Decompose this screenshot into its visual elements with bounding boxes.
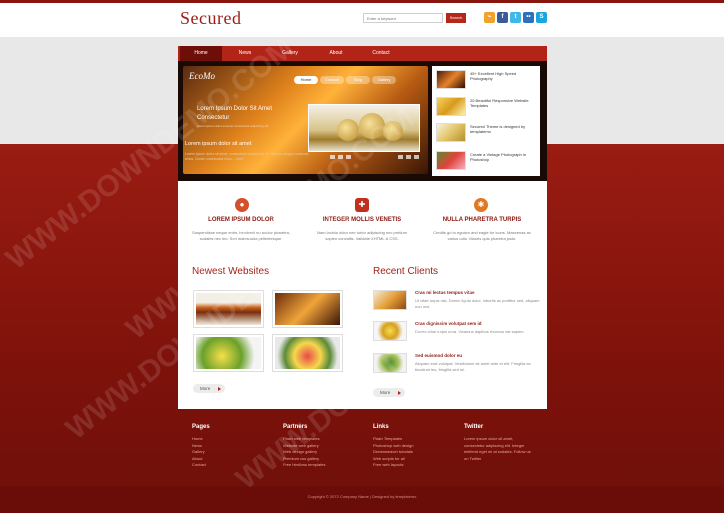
site-logo[interactable]: Secured	[180, 8, 241, 29]
slide-next-icon[interactable]	[346, 155, 351, 159]
footer-link[interactable]: Contact	[192, 462, 206, 469]
recent-clients-title: Recent Clients	[373, 266, 439, 277]
feature-text: Suspendisse neque enim, hendrerit eu auc…	[192, 230, 290, 241]
slide-prev-icon[interactable]	[330, 155, 335, 159]
footer-twitter-title: Twitter	[464, 424, 484, 430]
slide-subtitle: Lorem ipsum dolor sit amet consectetur a…	[197, 124, 269, 128]
coin-icon	[359, 113, 385, 139]
footer-links-title: Links	[373, 424, 389, 430]
thumb-title[interactable]: 20 Beautiful Responsive Website Template…	[470, 98, 536, 108]
thumb-image[interactable]	[436, 123, 466, 142]
footer-pages-list: Home News Gallery About Contact	[192, 436, 206, 469]
footer-link[interactable]: Free html/css templates	[283, 462, 325, 469]
slide-tab-blog[interactable]: Blog	[346, 76, 370, 84]
search-button[interactable]: Search	[446, 13, 466, 23]
thumb-image[interactable]	[436, 97, 466, 116]
flickr-icon[interactable]: ••	[523, 12, 534, 23]
footer-link[interactable]: Flash web templates	[283, 436, 325, 443]
shield-icon: ✚	[355, 198, 369, 212]
slide-dot-icon[interactable]	[406, 155, 411, 159]
more-label: More	[200, 386, 211, 391]
website-thumbnail[interactable]	[193, 334, 264, 372]
coin-icon	[383, 121, 403, 141]
more-label: More	[380, 390, 391, 395]
thumb-image[interactable]	[436, 70, 466, 89]
thumb-title[interactable]: Secured Theme is designed by templatemo	[470, 124, 536, 134]
copyright: Copyright © 2072 Company Name | Designed…	[307, 494, 417, 499]
slide-title: Lorem Ipsum Dolor Sit Amet Consectetur	[197, 106, 273, 121]
twitter-icon[interactable]: t	[510, 12, 521, 23]
footer-link[interactable]: Free web layouts	[373, 462, 413, 469]
client-text: Donec vitae turpis urna. Vivamus dapibus…	[415, 329, 525, 334]
arrow-right-icon	[218, 387, 221, 391]
feature-title: NULLA PHARETRA TURPIS	[442, 217, 522, 223]
feature-text: Credits go to egoism and eagle for icons…	[433, 230, 531, 241]
footer-links-list: Flash Templates Photoshop web design Dre…	[373, 436, 413, 469]
footer-partners-title: Partners	[283, 424, 308, 430]
footer-link[interactable]: Gallery	[192, 449, 206, 456]
nav-home[interactable]: Home	[180, 46, 222, 61]
header-band	[0, 0, 724, 37]
slide-tab-contact[interactable]: Contact	[320, 76, 344, 84]
nav-gallery[interactable]: Gallery	[268, 46, 312, 61]
slide-caption-text: Lorem ipsum dolor sit amet, consectetur …	[185, 152, 309, 161]
footer-twitter-text: Lorem ipsum dolor sit amet, consectetur …	[464, 436, 531, 461]
coin-icon	[337, 119, 359, 141]
client-title[interactable]: Cras mi lectus tempus vitae	[415, 290, 475, 295]
thumb-title[interactable]: 45+ Excellent High Speed Photography	[470, 71, 536, 81]
thumb-title[interactable]: Create a Vintage Photograph in Photoshop	[470, 152, 536, 162]
client-title[interactable]: Sed euismod dolor eu	[415, 353, 462, 358]
client-title[interactable]: Cras dignissim volutpat sem id	[415, 321, 482, 326]
slide-caption: Lorem ipsum dolor sit amet	[185, 141, 252, 147]
client-image[interactable]	[373, 353, 407, 373]
skype-icon[interactable]: S	[536, 12, 547, 23]
nav-contact[interactable]: Contact	[360, 46, 402, 61]
facebook-icon[interactable]: f	[497, 12, 508, 23]
footer-bar	[0, 487, 724, 513]
client-text: Ut vitae turpis nisi. Donec ligula dolor…	[415, 298, 540, 309]
nav-news[interactable]: News	[224, 46, 266, 61]
slide-logo: EcoMo	[189, 71, 215, 81]
top-accent-line	[0, 0, 724, 3]
feature-title: LOREM IPSUM DOLOR	[208, 217, 274, 223]
feature-title: INTEGER MOLLIS VENETIS	[322, 217, 402, 223]
newest-websites-title: Newest Websites	[192, 266, 270, 277]
footer-link[interactable]: Dreamweaver tutorials	[373, 449, 413, 456]
website-thumbnail[interactable]	[272, 334, 343, 372]
slide-pause-icon[interactable]	[338, 155, 343, 159]
clients-more-button[interactable]: More	[373, 388, 405, 397]
newest-more-button[interactable]: More	[193, 384, 225, 393]
arrow-right-icon	[398, 391, 401, 395]
client-image[interactable]	[373, 290, 407, 310]
slide-tab-home[interactable]: Home	[294, 76, 318, 84]
footer-partners-list: Flash web templates Website web gallery …	[283, 436, 325, 469]
slide-dot-icon[interactable]	[398, 155, 403, 159]
feature-text: Nam lacinia dolor nec tortor adipiscing …	[317, 230, 407, 241]
client-image[interactable]	[373, 321, 407, 341]
search-input[interactable]	[363, 13, 443, 23]
client-text: Aliquam erat volutpat. Vestibulum sit am…	[415, 361, 531, 372]
slide-dot-icon[interactable]	[414, 155, 419, 159]
nav-about[interactable]: About	[314, 46, 358, 61]
bug-icon: ✱	[474, 198, 488, 212]
slide-tab-gallery[interactable]: Gallery	[372, 76, 396, 84]
website-thumbnail[interactable]	[193, 290, 264, 328]
website-thumbnail[interactable]	[272, 290, 343, 328]
rss-icon[interactable]: ⌁	[484, 12, 495, 23]
footer-pages-title: Pages	[192, 424, 210, 430]
circle-icon: ●	[235, 198, 249, 212]
thumb-image[interactable]	[436, 151, 466, 170]
